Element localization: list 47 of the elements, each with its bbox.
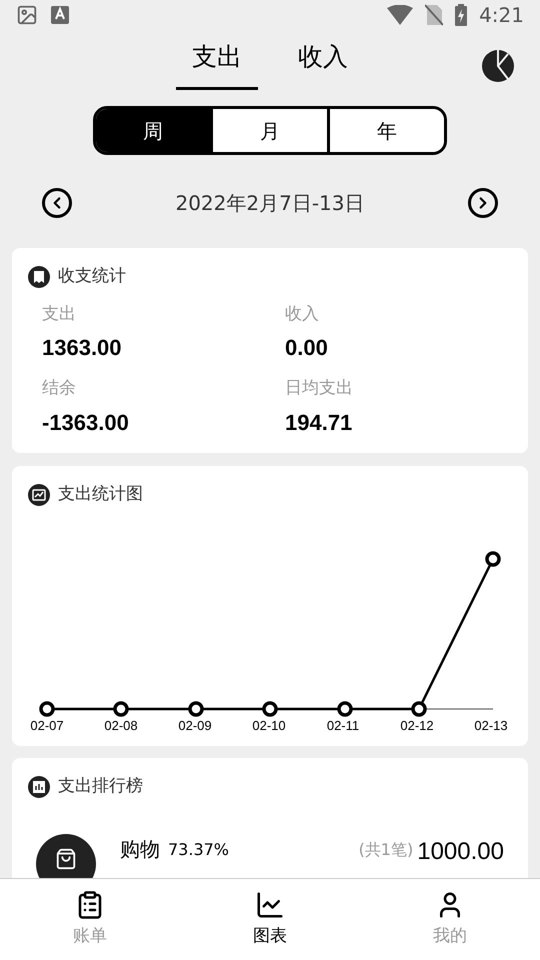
category-name: 购物 — [120, 836, 160, 862]
nav-tab[interactable]: 图表 — [180, 879, 360, 960]
status-time: 4:21 — [479, 2, 524, 29]
category-percent: 73.37% — [168, 838, 230, 860]
record-count: (共1笔) — [358, 838, 414, 860]
card-title: 支出排行榜 — [58, 775, 143, 798]
period-tab[interactable]: 周 — [96, 109, 210, 152]
stat-label: 支出 — [42, 302, 77, 326]
axis-label: 02-12 — [399, 716, 435, 734]
previous-button[interactable] — [42, 188, 72, 218]
trend-icon — [28, 484, 50, 506]
data-point — [39, 700, 55, 716]
data-point — [485, 550, 501, 566]
axis-label: 02-08 — [103, 716, 139, 734]
stat-label: 日均支出 — [285, 377, 354, 400]
type-tab[interactable]: 收入 — [282, 38, 364, 90]
data-point — [262, 700, 278, 716]
axis-label: 02-13 — [473, 716, 509, 734]
card-title: 收支统计 — [58, 265, 126, 288]
data-point — [411, 700, 427, 716]
card-title: 支出统计图 — [58, 483, 143, 506]
stat-label: 收入 — [285, 302, 320, 326]
axis-label: 02-07 — [29, 716, 65, 734]
date-range: 2022年2月7日-13日 — [175, 190, 364, 217]
no-sim-icon — [425, 4, 444, 26]
battery-icon — [455, 4, 468, 26]
stat-value: 1363.00 — [42, 334, 123, 362]
category-amount: 1000.00 — [417, 836, 504, 866]
axis-label: 02-11 — [326, 716, 360, 734]
next-button[interactable] — [468, 188, 498, 218]
type-tab[interactable]: 支出 — [176, 38, 258, 90]
bar-chart-icon — [28, 776, 50, 798]
pie-chart-icon[interactable] — [482, 50, 514, 82]
chart-icon — [255, 890, 285, 920]
image-icon — [16, 4, 38, 26]
stat-value: 0.00 — [285, 334, 329, 362]
stat-value: -1363.00 — [42, 408, 130, 436]
data-point — [188, 700, 204, 716]
axis-label: 02-09 — [177, 716, 213, 734]
stat-value: 194.71 — [285, 408, 354, 436]
data-point — [113, 700, 129, 716]
axis-label: 02-10 — [251, 716, 287, 734]
period-tab[interactable]: 年 — [327, 109, 444, 152]
stat-label: 结余 — [42, 377, 77, 400]
data-point — [337, 700, 353, 716]
wifi-icon — [387, 5, 414, 25]
receipt-icon — [28, 266, 50, 288]
